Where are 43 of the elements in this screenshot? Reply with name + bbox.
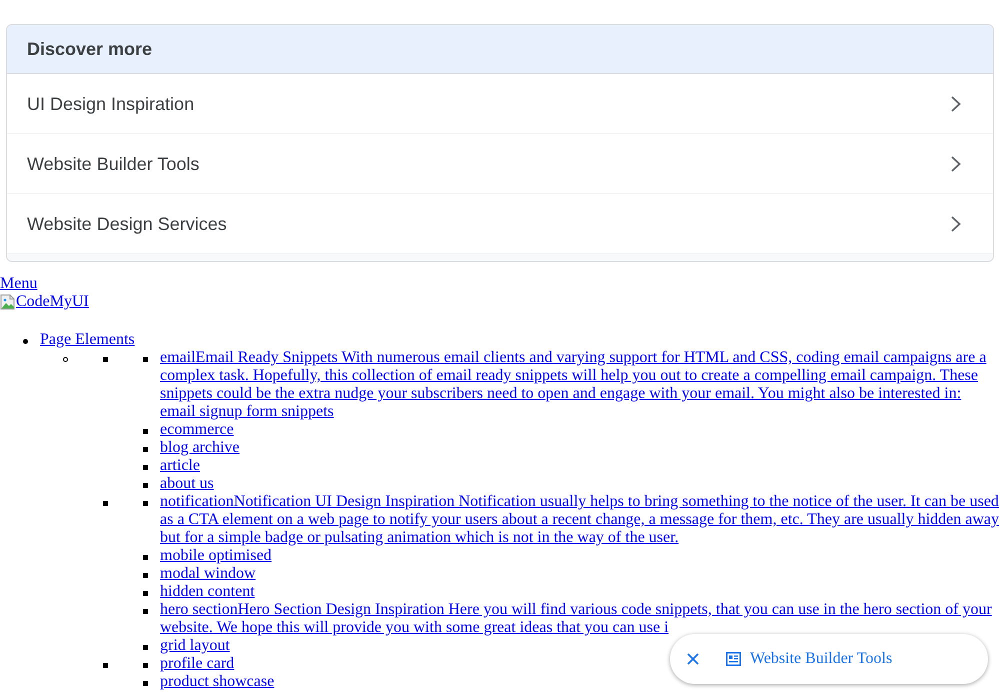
nav-link[interactable]: blog archive (160, 439, 240, 457)
square-bullet-icon (143, 609, 148, 614)
square-bullet-icon (103, 357, 108, 362)
square-bullet-icon (143, 483, 148, 488)
nav-link[interactable]: profile card (160, 655, 234, 673)
square-bullet-icon (143, 681, 148, 686)
square-bullet-icon (103, 663, 108, 668)
nav-link[interactable]: modal window (160, 565, 256, 583)
nav-link[interactable]: mobile optimised (160, 547, 272, 565)
chevron-right-icon (951, 96, 961, 112)
close-icon (687, 653, 699, 665)
article-icon (726, 652, 741, 666)
square-bullet-icon (143, 357, 148, 362)
section-header: Discover more (7, 25, 993, 74)
square-bullet-icon (143, 429, 148, 434)
square-bullet-icon (143, 591, 148, 596)
close-button[interactable] (687, 653, 699, 665)
square-bullet-icon (143, 501, 148, 506)
nav-link[interactable]: hidden content (160, 583, 255, 601)
nav-link[interactable]: about us (160, 475, 214, 493)
disc-bullet-icon (23, 339, 28, 344)
nav-link[interactable]: article (160, 457, 200, 475)
chevron-right-icon (951, 156, 961, 172)
discover-item[interactable]: Website Builder Tools (7, 134, 993, 194)
square-bullet-icon (103, 501, 108, 506)
square-bullet-icon (143, 663, 148, 668)
chip-link[interactable]: Website Builder Tools (726, 650, 892, 668)
nav-link[interactable]: product showcase (160, 673, 274, 691)
logo-link[interactable]: CodeMyUI (0, 293, 89, 311)
square-bullet-icon (143, 573, 148, 578)
discover-item[interactable]: UI Design Inspiration (7, 74, 993, 134)
nav-link[interactable]: Page Elements (40, 331, 135, 349)
circle-bullet-icon (63, 357, 68, 362)
square-bullet-icon (143, 645, 148, 650)
square-bullet-icon (143, 465, 148, 470)
menu-link[interactable]: Menu (0, 275, 38, 292)
broken-image-icon (0, 294, 16, 310)
nav-link[interactable]: ecommerce (160, 421, 234, 439)
chevron-right-icon (951, 216, 961, 232)
square-bullet-icon (143, 555, 148, 560)
nav-link[interactable]: grid layout (160, 637, 230, 655)
square-bullet-icon (143, 447, 148, 452)
nav-link[interactable]: notificationNotification UI Design Inspiration Notification usually helps to bring something to the notice of the user. It can be used as a CTA element on a web page to notify your users about a recent change, a message for them, etc. They are usually hidden away but for a simple badge or pulsating animation which is not in the way of the user. (160, 493, 1000, 547)
